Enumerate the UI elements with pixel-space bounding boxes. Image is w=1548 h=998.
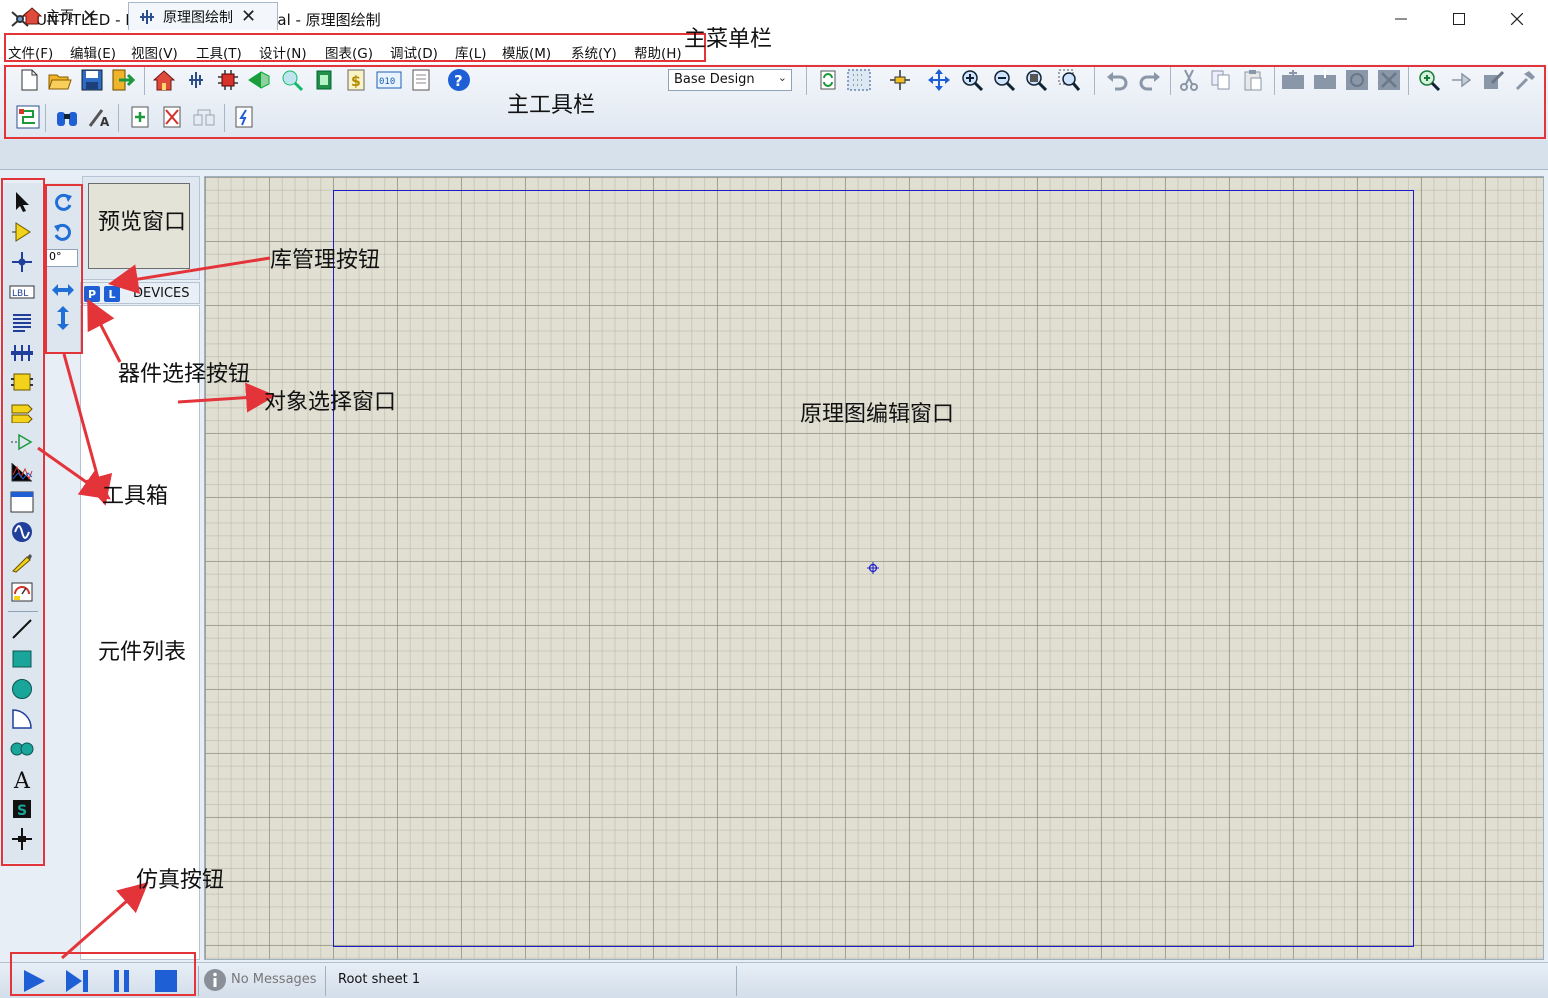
app-window: UNTITLED - Proteus 8 Professional - 原理图绘… (0, 0, 1548, 998)
home-icon (22, 7, 42, 25)
messages-status[interactable]: No Messages (231, 972, 317, 987)
close-icon (1511, 13, 1523, 25)
object-selector-header: P L DEVICES (80, 282, 200, 304)
status-separator (325, 966, 326, 996)
annotation-box-menu (4, 33, 706, 62)
maximize-button[interactable] (1430, 0, 1488, 38)
annotation-main-toolbar: 主工具栏 (507, 93, 596, 118)
tab-home[interactable]: 主页 ✕ (22, 2, 114, 30)
devices-header-label: DEVICES (133, 286, 190, 301)
tab-schematic-label: 原理图绘制 (163, 9, 233, 26)
annotation-library-button: 库管理按钮 (270, 248, 381, 273)
library-manager-button[interactable]: L (104, 286, 120, 302)
status-separator (736, 966, 737, 996)
tab-schematic[interactable]: 原理图绘制 ✕ (128, 2, 278, 30)
maximize-icon (1453, 13, 1465, 25)
close-tab-icon[interactable]: ✕ (241, 6, 256, 27)
annotation-sim-buttons: 仿真按钮 (136, 868, 225, 893)
schematic-icon (140, 9, 154, 24)
annotation-box-toolbox (1, 178, 45, 866)
annotation-pick-button: 器件选择按钮 (118, 362, 251, 387)
annotation-toolbox: 工具箱 (102, 484, 169, 509)
close-button[interactable] (1488, 0, 1546, 38)
annotation-main-menu: 主菜单栏 (684, 27, 773, 52)
info-icon (204, 969, 226, 991)
annotation-editor: 原理图编辑窗口 (800, 402, 955, 427)
minimize-button[interactable] (1372, 0, 1430, 38)
sheet-status: Root sheet 1 (338, 972, 421, 987)
annotation-box-toolbar (4, 65, 1546, 139)
pick-devices-button[interactable]: P (84, 286, 100, 302)
annotation-box-rotation (45, 184, 83, 354)
close-tab-icon[interactable]: ✕ (82, 6, 97, 27)
origin-marker-icon (867, 562, 879, 574)
annotation-preview: 预览窗口 (98, 210, 187, 235)
annotation-object-selector: 对象选择窗口 (264, 390, 397, 415)
minimize-icon (1395, 18, 1407, 20)
document-tab-bar (0, 140, 1548, 170)
annotation-component-list: 元件列表 (98, 640, 187, 665)
tab-home-label: 主页 (46, 9, 74, 25)
status-separator (198, 966, 199, 996)
annotation-box-simulation (10, 952, 196, 996)
